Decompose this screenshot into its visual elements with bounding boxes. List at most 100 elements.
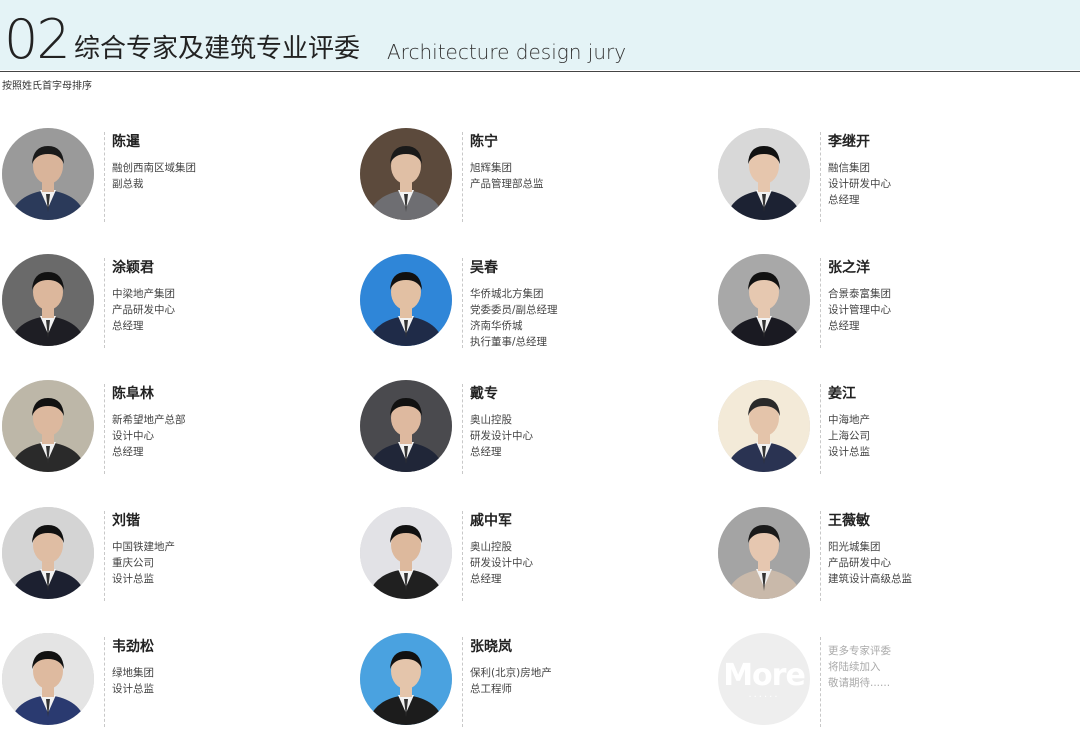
dashed-divider: [820, 384, 821, 474]
affiliation-line: 研发设计中心: [470, 557, 533, 569]
juror-avatar: [360, 507, 452, 599]
portrait-icon: [2, 633, 94, 725]
juror-card: 刘锴中国铁建地产 重庆公司设计总监: [2, 507, 342, 607]
more-label: More: [723, 658, 806, 693]
dashed-divider: [462, 258, 463, 348]
affiliation-line: 总经理: [470, 573, 502, 585]
affiliation-line: 融信集团: [828, 162, 870, 174]
portrait-icon: [718, 507, 810, 599]
dashed-divider: [104, 258, 105, 348]
juror-avatar: [718, 254, 810, 346]
affiliation-line: 产品研发中心: [828, 557, 891, 569]
juror-avatar: [718, 128, 810, 220]
affiliation-line: 绿地集团: [112, 667, 154, 679]
affiliation-line: 上海公司: [828, 430, 870, 442]
dashed-divider: [462, 511, 463, 601]
juror-avatar: [718, 507, 810, 599]
affiliation-line: 产品研发中心: [112, 304, 175, 316]
juror-name: 戴专: [470, 386, 498, 402]
affiliation-line: 总经理: [470, 446, 502, 458]
affiliation-line: 奥山控股: [470, 541, 512, 553]
portrait-icon: [360, 128, 452, 220]
juror-affiliation: 华侨城北方集团 党委委员/副总经理 济南华侨城 执行董事/总经理: [470, 286, 558, 350]
juror-affiliation: 中梁地产集团 产品研发中心 总经理: [112, 286, 175, 334]
juror-avatar: [2, 254, 94, 346]
more-dots: ......: [748, 689, 780, 700]
juror-card: 张晓岚保利(北京)房地产 总工程师: [360, 633, 700, 733]
juror-affiliation: 绿地集团 设计总监: [112, 665, 154, 697]
juror-avatar: [2, 380, 94, 472]
affiliation-line: 设计总监: [112, 683, 154, 695]
sort-note: 按照姓氏首字母排序: [2, 81, 92, 92]
juror-affiliation: 奥山控股研发设计中心 总经理: [470, 412, 533, 460]
juror-affiliation: 旭辉集团 产品管理部总监: [470, 160, 544, 192]
affiliation-line: 济南华侨城: [470, 320, 523, 332]
affiliation-line: 设计总监: [828, 446, 870, 458]
juror-name: 刘锴: [112, 513, 140, 529]
affiliation-line: 重庆公司: [112, 557, 154, 569]
section-title: 综合专家及建筑专业评委: [74, 34, 361, 64]
more-avatar: More......: [718, 633, 810, 725]
juror-affiliation: 保利(北京)房地产 总工程师: [470, 665, 552, 697]
affiliation-line: 总经理: [112, 320, 144, 332]
juror-card: 戴专奥山控股研发设计中心 总经理: [360, 380, 700, 480]
juror-name: 李继开: [828, 134, 870, 150]
juror-affiliation: 新希望地产总部 设计中心 总经理: [112, 412, 186, 460]
portrait-icon: [360, 633, 452, 725]
affiliation-line: 华侨城北方集团: [470, 288, 544, 300]
header-divider: [0, 71, 1080, 72]
portrait-icon: [2, 254, 94, 346]
affiliation-line: 总经理: [828, 320, 860, 332]
portrait-icon: [718, 254, 810, 346]
dashed-divider: [462, 384, 463, 474]
juror-avatar: [360, 380, 452, 472]
affiliation-line: 设计总监: [112, 573, 154, 585]
juror-affiliation: 中国铁建地产 重庆公司设计总监: [112, 539, 175, 587]
juror-name: 涂颖君: [112, 260, 154, 276]
affiliation-line: 阳光城集团: [828, 541, 881, 553]
affiliation-line: 产品管理部总监: [470, 178, 544, 190]
dashed-divider: [820, 132, 821, 222]
juror-name: 韦劲松: [112, 639, 154, 655]
affiliation-line: 总经理: [112, 446, 144, 458]
portrait-icon: [2, 128, 94, 220]
juror-avatar: [2, 633, 94, 725]
more-notice-line: 更多专家评委: [828, 645, 891, 657]
juror-affiliation: 中海地产上海公司设计总监: [828, 412, 870, 460]
juror-card: 戚中军奥山控股研发设计中心 总经理: [360, 507, 700, 607]
juror-name: 戚中军: [470, 513, 512, 529]
juror-card: 王薇敏 阳光城集团 产品研发中心 建筑设计高级总监: [718, 507, 1058, 607]
dashed-divider: [104, 511, 105, 601]
affiliation-line: 副总裁: [112, 178, 144, 190]
affiliation-line: 中国铁建地产: [112, 541, 175, 553]
juror-card: 李继开融信集团设计研发中心 总经理: [718, 128, 1058, 228]
dashed-divider: [104, 384, 105, 474]
affiliation-line: 研发设计中心: [470, 430, 533, 442]
section-subtitle: Architecture design jury: [387, 40, 627, 64]
juror-card: 姜江 中海地产 上海公司 设计总监: [718, 380, 1058, 480]
affiliation-line: 总经理: [828, 194, 860, 206]
juror-affiliation: 奥山控股研发设计中心 总经理: [470, 539, 533, 587]
juror-avatar: [2, 128, 94, 220]
dashed-divider: [462, 132, 463, 222]
affiliation-line: 中海地产: [828, 414, 870, 426]
more-card: More...... 更多专家评委 将陆续加入 敬请期待......: [718, 633, 1058, 733]
juror-affiliation: 合景泰富集团 设计管理中心 总经理: [828, 286, 891, 334]
dashed-divider: [104, 132, 105, 222]
affiliation-line: 执行董事/总经理: [470, 336, 548, 348]
dashed-divider: [820, 258, 821, 348]
juror-affiliation: 阳光城集团产品研发中心建筑设计高级总监: [828, 539, 912, 587]
juror-avatar: [360, 633, 452, 725]
portrait-icon: [360, 380, 452, 472]
juror-affiliation: 融创西南区域集团 副总裁: [112, 160, 196, 192]
portrait-icon: [2, 380, 94, 472]
affiliation-line: 建筑设计高级总监: [828, 573, 912, 585]
affiliation-line: 奥山控股: [470, 414, 512, 426]
juror-affiliation: 融信集团设计研发中心 总经理: [828, 160, 891, 208]
dashed-divider: [104, 637, 105, 727]
affiliation-line: 设计管理中心: [828, 304, 891, 316]
affiliation-line: 设计研发中心: [828, 178, 891, 190]
juror-name: 张晓岚: [470, 639, 512, 655]
juror-card: 韦劲松绿地集团设计总监: [2, 633, 342, 733]
affiliation-line: 融创西南区域集团: [112, 162, 196, 174]
